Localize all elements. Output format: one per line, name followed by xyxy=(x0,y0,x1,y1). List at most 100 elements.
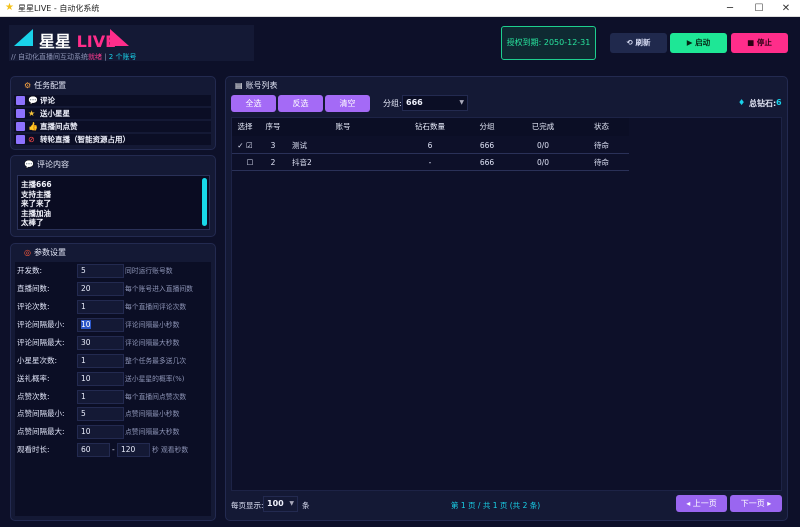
select-all-button[interactable]: 全选 xyxy=(231,95,276,112)
row-status: 待命 xyxy=(594,158,609,167)
per-page-value: 100 xyxy=(267,499,284,508)
per-page-select[interactable]: 100 ▼ xyxy=(263,496,298,512)
task-config-title-text: 任务配置 xyxy=(34,81,67,90)
prohibited-icon: ⊘ xyxy=(28,135,35,144)
clear-button[interactable]: 清空 xyxy=(325,95,370,112)
task-item-label: 送小星星 xyxy=(40,109,70,118)
thumbs-up-icon: 👍 xyxy=(28,122,38,131)
watch-max-input[interactable]: 120 xyxy=(117,443,150,457)
refresh-button[interactable]: ⟲ 刷新 xyxy=(610,33,667,53)
page-info: 第 1 页 / 共 1 页 (共 2 条) xyxy=(451,501,541,510)
checkbox[interactable] xyxy=(16,135,25,144)
task-item-label: 转轮直播（智能资源占用） xyxy=(40,135,130,144)
task-item-comment[interactable]: 💬 评论 xyxy=(14,95,211,106)
params-title-text: 参数设置 xyxy=(33,248,66,257)
param-input[interactable]: 10 xyxy=(77,372,124,386)
column-header: 状态 xyxy=(594,122,609,131)
column-header: 选择 xyxy=(237,122,253,131)
per-page-label: 每页显示: xyxy=(231,501,264,510)
header-subtitle: // 自动化直播间互动系统就绪 | 2 个账号 xyxy=(11,52,136,62)
row-index: 3 xyxy=(270,141,276,150)
param-desc: 每个直播间点赞次数 xyxy=(125,393,187,401)
star-icon: ★ xyxy=(28,109,36,118)
table-area xyxy=(231,117,782,491)
checkbox[interactable] xyxy=(16,122,25,131)
comment-textarea[interactable]: 主播666 支持主播 来了来了 主播加油 太棒了 xyxy=(17,175,210,230)
next-page-button[interactable]: 下一页 ▸ xyxy=(730,495,782,512)
param-input[interactable]: 1 xyxy=(77,354,124,368)
invert-selection-button[interactable]: 反选 xyxy=(278,95,323,112)
column-header: 已完成 xyxy=(531,122,555,131)
task-item-rotate[interactable]: ⊘ 转轮直播（智能资源占用） xyxy=(14,134,211,145)
account-count: 2 个账号 xyxy=(108,53,137,61)
comment-line: 主播666 xyxy=(21,180,52,189)
param-desc: 送小星星的概率(%) xyxy=(125,375,185,383)
task-item-like[interactable]: 👍 直播间点赞 xyxy=(14,121,211,132)
column-header: 序号 xyxy=(265,122,281,131)
subtitle-separator: | xyxy=(101,53,109,61)
close-button[interactable]: ✕ xyxy=(772,0,800,17)
window-title: 星星LIVE - 自动化系统 xyxy=(18,4,100,13)
param-input[interactable]: 10 xyxy=(77,318,124,332)
table-row[interactable]: ☐ 2 抖音2 - 666 0/0 待命 xyxy=(232,155,629,171)
param-label: 直播间数: xyxy=(17,284,50,293)
param-input[interactable]: 10 xyxy=(77,425,124,439)
param-input[interactable]: 30 xyxy=(77,336,124,350)
start-button[interactable]: ▶ 启动 xyxy=(670,33,727,53)
checkbox[interactable] xyxy=(16,109,25,118)
param-label: 小星星次数: xyxy=(17,356,58,365)
accounts-title: ▤ 账号列表 xyxy=(235,80,278,91)
row-account: 抖音2 xyxy=(292,158,312,167)
task-item-gift[interactable]: ★ 送小星星 xyxy=(14,108,211,119)
diamond-icon: ♦ xyxy=(738,98,746,107)
param-label: 评论次数: xyxy=(17,302,50,311)
params-title: ◎ 参数设置 xyxy=(24,247,66,258)
param-desc: 同时运行账号数 xyxy=(125,267,173,275)
param-input[interactable]: 1 xyxy=(77,390,124,404)
param-label: 评论间隔最小: xyxy=(17,320,65,329)
target-icon: ◎ xyxy=(24,248,31,257)
row-checkbox[interactable]: ✓ ☑ xyxy=(232,138,258,154)
param-desc: 点赞间隔最大秒数 xyxy=(125,428,180,436)
param-desc: 评论间隔最大秒数 xyxy=(125,339,180,347)
stop-button[interactable]: ■ 停止 xyxy=(731,33,788,53)
param-desc: 整个任务最多送几次 xyxy=(125,357,187,365)
row-diamonds: - xyxy=(428,158,432,167)
chevron-down-icon: ▼ xyxy=(289,500,294,507)
minimize-button[interactable]: ─ xyxy=(716,0,744,17)
param-input[interactable]: 5 xyxy=(77,407,124,421)
group-select[interactable]: 666 ▼ xyxy=(402,95,468,111)
list-icon: ▤ xyxy=(235,81,243,90)
watch-min-input[interactable]: 60 xyxy=(77,443,110,457)
gear-icon: ⚙ xyxy=(24,81,32,90)
prev-page-button[interactable]: ◂ 上一页 xyxy=(676,495,727,512)
param-input[interactable]: 1 xyxy=(77,300,124,314)
param-input[interactable]: 20 xyxy=(77,282,124,296)
row-done: 0/0 xyxy=(536,158,550,167)
task-item-label: 评论 xyxy=(40,96,55,105)
column-header: 分组 xyxy=(479,122,495,131)
comment-line: 支持主播 xyxy=(21,189,51,199)
param-desc: 点赞间隔最小秒数 xyxy=(125,410,180,418)
checkbox[interactable] xyxy=(16,96,25,105)
row-group: 666 xyxy=(479,141,495,150)
param-label: 观看时长: xyxy=(17,445,50,454)
param-label: 点赞间隔最大: xyxy=(17,427,65,436)
window-titlebar: ★ 星星LIVE - 自动化系统 ─ ☐ ✕ xyxy=(0,0,800,17)
logo-text: 星星 LIVE xyxy=(39,28,116,52)
task-config-title: ⚙ 任务配置 xyxy=(24,80,66,91)
speech-bubble-icon: 💬 xyxy=(24,160,34,169)
comments-title: 💬 评论内容 xyxy=(24,159,69,170)
pink-triangle-icon xyxy=(110,29,129,46)
maximize-button[interactable]: ☐ xyxy=(745,0,773,17)
row-status: 待命 xyxy=(594,141,609,150)
row-group: 666 xyxy=(479,158,495,167)
table-row[interactable]: ✓ ☑ 3 测试 6 666 0/0 待命 xyxy=(232,138,629,154)
table-header: 选择 序号 账号 钻石数量 分组 已完成 状态 xyxy=(232,118,629,136)
param-input[interactable]: 5 xyxy=(77,264,124,278)
comment-scrollbar[interactable] xyxy=(202,178,207,226)
comment-line: 太棒了 xyxy=(21,218,44,227)
cyan-triangle-icon xyxy=(14,29,33,46)
param-label: 开发数: xyxy=(17,266,43,275)
param-desc: 评论间隔最小秒数 xyxy=(125,321,180,329)
